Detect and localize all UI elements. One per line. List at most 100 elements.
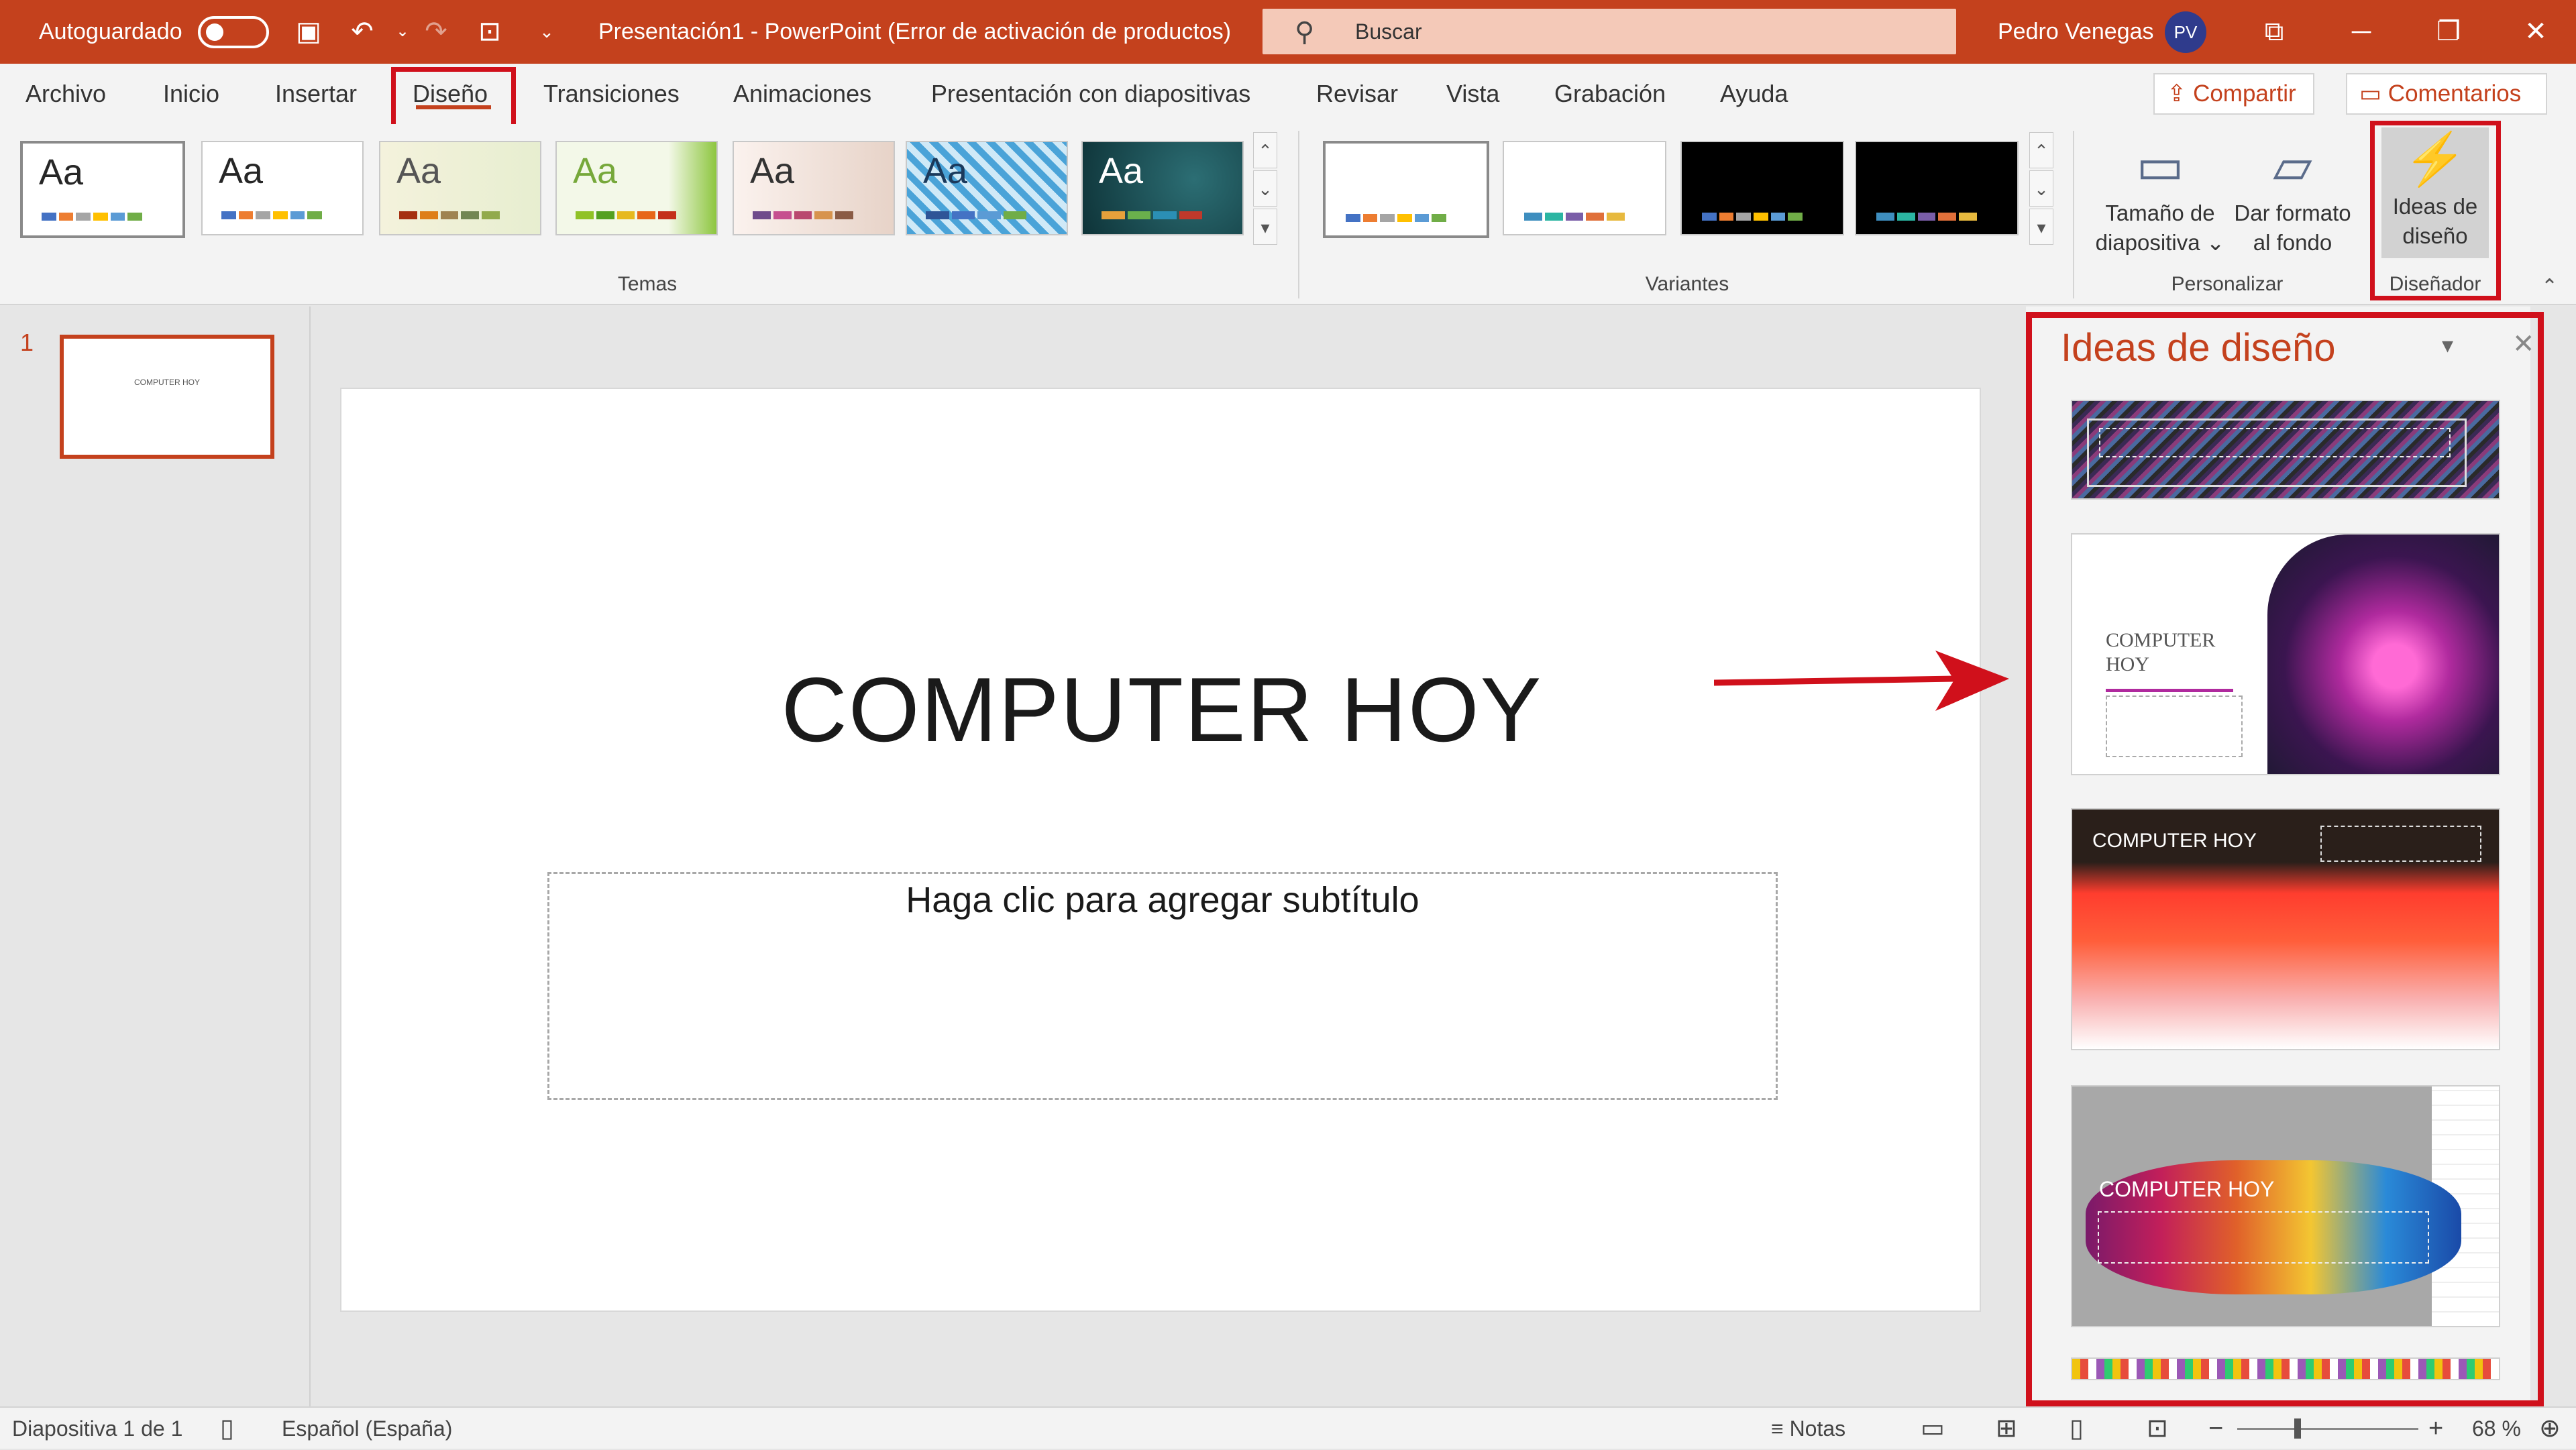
variants-scroll: ⌃ ⌄ ▾ <box>2029 132 2053 246</box>
search-box[interactable]: ⚲ Buscar <box>1263 9 1956 54</box>
theme-sample: Aa <box>39 152 84 192</box>
zoom-in-icon[interactable]: + <box>2428 1408 2443 1450</box>
status-bar: Diapositiva 1 de 1 ▯ Español (España) ≡ … <box>0 1406 2576 1449</box>
theme-sample: Aa <box>396 151 441 191</box>
autosave-label: Autoguardado <box>39 19 182 44</box>
share-button[interactable]: ⇪ Compartir <box>2153 73 2314 115</box>
comments-button[interactable]: ▭ Comentarios <box>2346 73 2547 115</box>
theme-teal[interactable]: Aa <box>1081 141 1244 235</box>
variant-1[interactable] <box>1323 141 1489 238</box>
theme-sample: Aa <box>1099 151 1144 191</box>
ribbon-display-options-icon[interactable]: ⧉ <box>2244 0 2304 64</box>
tab-vista[interactable]: Vista <box>1446 64 1499 124</box>
zoom-out-icon[interactable]: − <box>2208 1408 2223 1450</box>
save-icon[interactable]: ▣ <box>292 15 325 48</box>
theme-sample: Aa <box>219 151 264 191</box>
subtitle-placeholder[interactable]: Haga clic para agregar subtítulo <box>547 872 1778 1100</box>
theme-sample: Aa <box>750 151 795 191</box>
title-bar: Autoguardado ▣ ↶ ⌄ ↷ ⊡ ⌄ Presentación1 -… <box>0 0 2576 64</box>
notes-button[interactable]: ≡ Notas <box>1771 1408 1845 1450</box>
share-icon: ⇪ <box>2167 80 2194 107</box>
theme-sample: Aa <box>923 151 968 191</box>
scroll-down-icon[interactable]: ⌄ <box>1253 170 1277 207</box>
subtitle-placeholder-text: Haga clic para agregar subtítulo <box>906 880 1419 920</box>
fit-to-window-icon[interactable]: ⊕ <box>2539 1408 2561 1450</box>
thumbnail-text: COMPUTER HOY <box>133 378 200 387</box>
slideshow-icon[interactable]: ⊡ <box>2147 1408 2168 1450</box>
variant-3[interactable] <box>1680 141 1844 235</box>
scroll-down-icon[interactable]: ⌄ <box>2029 170 2053 207</box>
comment-icon: ▭ <box>2359 80 2388 107</box>
accessibility-icon[interactable]: ▯ <box>220 1408 234 1450</box>
share-label: Compartir <box>2193 80 2296 107</box>
present-from-start-icon[interactable]: ⊡ <box>473 15 506 48</box>
format-bg-label-2: al fondo <box>2253 230 2332 255</box>
tab-transiciones[interactable]: Transiciones <box>543 64 680 124</box>
group-label-customize: Personalizar <box>2171 273 2284 295</box>
thumbnail-number: 1 <box>20 329 34 356</box>
group-separator <box>2073 131 2074 298</box>
tab-inicio[interactable]: Inicio <box>163 64 219 124</box>
slide-canvas[interactable]: COMPUTER HOY Haga clic para agregar subt… <box>340 388 1981 1312</box>
group-separator <box>1298 131 1299 298</box>
comments-label: Comentarios <box>2387 80 2522 107</box>
tab-presentacion[interactable]: Presentación con diapositivas <box>931 64 1250 124</box>
redo-icon[interactable]: ↷ <box>419 15 453 48</box>
theme-organic[interactable]: Aa <box>733 141 895 235</box>
theme-office-2[interactable]: Aa <box>201 141 364 235</box>
theme-office[interactable]: Aa <box>20 141 185 238</box>
language-indicator[interactable]: Español (España) <box>282 1408 452 1450</box>
tab-archivo[interactable]: Archivo <box>25 64 106 124</box>
document-title: Presentación1 - PowerPoint (Error de act… <box>598 19 1232 44</box>
theme-facet[interactable]: Aa <box>379 141 541 235</box>
zoom-level[interactable]: 68 % <box>2472 1408 2521 1450</box>
restore-icon[interactable]: ❐ <box>2418 0 2479 64</box>
more-icon[interactable]: ▾ <box>2029 209 2053 245</box>
theme-ion[interactable]: Aa <box>555 141 718 235</box>
tab-animaciones[interactable]: Animaciones <box>733 64 871 124</box>
group-label-variants: Variantes <box>1645 273 1729 295</box>
format-background-button[interactable]: ▱ Dar formato al fondo <box>2227 134 2358 258</box>
theme-berlin[interactable]: Aa <box>906 141 1068 235</box>
slide-thumbnail-pane <box>0 306 311 1406</box>
slide-size-icon: ▭ <box>2136 137 2184 194</box>
tab-insertar[interactable]: Insertar <box>275 64 357 124</box>
group-label-themes: Temas <box>617 273 678 295</box>
undo-icon[interactable]: ↶ <box>345 15 379 48</box>
tab-revisar[interactable]: Revisar <box>1316 64 1398 124</box>
normal-view-icon[interactable]: ▭ <box>1921 1408 1945 1450</box>
tab-ayuda[interactable]: Ayuda <box>1720 64 1788 124</box>
scroll-up-icon[interactable]: ⌃ <box>1253 132 1277 168</box>
undo-dropdown-icon[interactable]: ⌄ <box>386 15 419 48</box>
notes-label: Notas <box>1789 1416 1846 1441</box>
format-background-icon: ▱ <box>2273 137 2312 194</box>
slide-sorter-icon[interactable]: ⊞ <box>1996 1408 2017 1450</box>
slide-counter: Diapositiva 1 de 1 <box>12 1416 183 1441</box>
minimize-icon[interactable]: ─ <box>2331 0 2392 64</box>
slide-size-label-2: diapositiva ⌄ <box>2095 230 2225 255</box>
more-icon[interactable]: ▾ <box>1253 209 1277 245</box>
slide-thumbnail[interactable]: COMPUTER HOY <box>60 335 274 459</box>
format-bg-label-1: Dar formato <box>2234 201 2351 225</box>
avatar[interactable]: PV <box>2165 11 2206 53</box>
user-name[interactable]: Pedro Venegas <box>1998 0 2154 64</box>
annotation-arrow <box>1714 651 2009 711</box>
customize-toolbar-icon[interactable]: ⌄ <box>530 15 564 48</box>
reading-view-icon[interactable]: ▯ <box>2070 1408 2084 1450</box>
autosave-toggle[interactable] <box>198 16 269 48</box>
search-placeholder: Buscar <box>1355 19 1422 44</box>
tab-grabacion[interactable]: Grabación <box>1554 64 1666 124</box>
collapse-ribbon-icon[interactable]: ⌃ <box>2541 275 2558 298</box>
slide-size-label-1: Tamaño de <box>2105 201 2215 225</box>
zoom-slider[interactable] <box>2237 1428 2418 1430</box>
slide-size-button[interactable]: ▭ Tamaño de diapositiva ⌄ <box>2093 134 2227 258</box>
scroll-up-icon[interactable]: ⌃ <box>2029 132 2053 168</box>
close-icon[interactable]: ✕ <box>2506 0 2566 64</box>
zoom-slider-thumb[interactable] <box>2294 1418 2301 1439</box>
variant-4[interactable] <box>1855 141 2019 235</box>
variant-2[interactable] <box>1503 141 1666 235</box>
designer-pane-highlight-frame <box>2026 312 2544 1406</box>
ribbon-tab-bar: Archivo Inicio Insertar Diseño Transicio… <box>0 64 2576 124</box>
notes-icon: ≡ <box>1771 1416 1790 1441</box>
designer-highlight-frame <box>2370 121 2501 300</box>
